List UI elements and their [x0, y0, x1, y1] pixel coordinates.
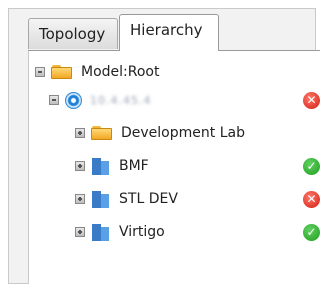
tree-node-development-lab[interactable]: Development Lab	[75, 122, 245, 144]
tree-node-server[interactable]: 10.4.45.4 ✕	[49, 89, 320, 111]
building-icon	[91, 222, 111, 242]
expand-icon[interactable]	[75, 161, 85, 171]
globe-icon	[65, 91, 82, 109]
folder-icon	[91, 125, 113, 141]
tab-hierarchy[interactable]: Hierarchy	[119, 14, 219, 51]
folder-icon	[51, 64, 73, 80]
tree-node-label: 10.4.45.4	[90, 93, 152, 107]
collapse-icon[interactable]	[35, 67, 45, 77]
collapse-icon[interactable]	[49, 95, 59, 105]
tree-node-virtigo[interactable]: Virtigo ✓	[75, 221, 320, 243]
tree-node-root[interactable]: Model:Root	[35, 61, 159, 83]
tree-node-label: Model:Root	[81, 64, 160, 80]
expand-icon[interactable]	[75, 194, 85, 204]
tree-panel: Model:Root 10.4.45.4 ✕ Development Lab B…	[28, 51, 320, 284]
tree-node-label: Development Lab	[121, 125, 245, 141]
tree-node-stl-dev[interactable]: STL DEV ✕	[75, 188, 320, 210]
tab-topology[interactable]: Topology	[28, 18, 118, 49]
building-icon	[91, 156, 111, 176]
tree-node-label: STL DEV	[119, 191, 178, 207]
ok-status-icon: ✓	[303, 223, 320, 241]
tree-node-label: Virtigo	[119, 224, 165, 240]
error-status-icon: ✕	[303, 91, 320, 109]
tree-node-label: BMF	[119, 158, 149, 174]
ok-status-icon: ✓	[303, 157, 320, 175]
error-status-icon: ✕	[303, 190, 320, 208]
building-icon	[91, 189, 111, 209]
expand-icon[interactable]	[75, 128, 85, 138]
expand-icon[interactable]	[75, 227, 85, 237]
tree-node-bmf[interactable]: BMF ✓	[75, 155, 320, 177]
